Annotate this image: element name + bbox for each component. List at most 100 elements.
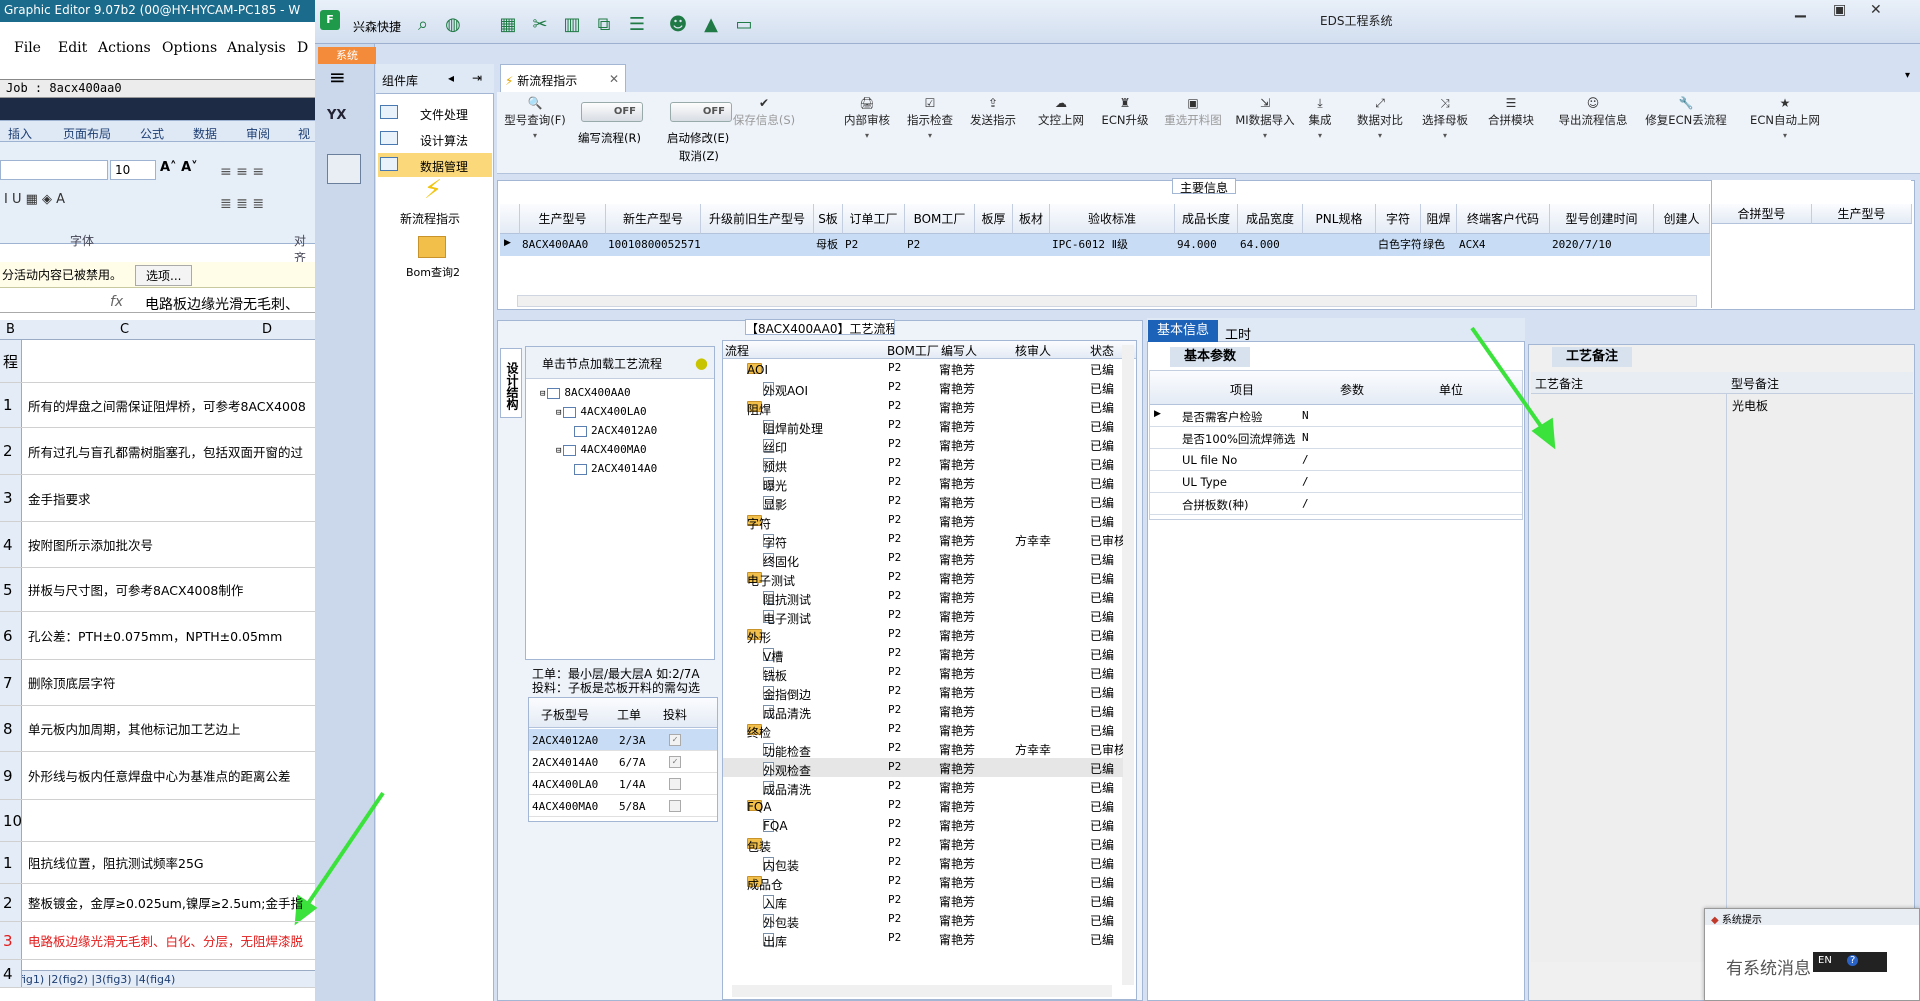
main-cell-2[interactable] <box>703 234 814 256</box>
main-cell-15[interactable]: 2020/7/10 <box>1552 234 1654 256</box>
excel-row[interactable]: 程 <box>0 340 315 383</box>
cell-text[interactable]: 删除顶底层字符 <box>28 660 116 705</box>
col-work-order[interactable]: 工单 <box>617 706 641 723</box>
flow-row[interactable]: 功能检查 P2 甯艳芳 方幸幸 已审核 <box>723 739 1123 759</box>
flow-row[interactable]: FQA P2 甯艳芳 已编 <box>723 796 1123 815</box>
main-cell-10[interactable]: 64.000 <box>1240 234 1303 256</box>
flow-row[interactable]: 外观检查 P2 甯艳芳 已编 <box>723 758 1123 778</box>
pin-icon[interactable]: ⇥ <box>472 71 482 85</box>
component-item-1[interactable]: 设计算法 <box>378 127 492 151</box>
flow-row[interactable]: 预烘 P2 甯艳芳 已编 <box>723 454 1123 474</box>
tree-expander-icon[interactable]: ⊟ <box>540 389 545 399</box>
excel-row[interactable]: 4 按附图所示添加批次号 <box>0 522 315 568</box>
excel-row[interactable]: 1 阻抗线位置，阻抗测试频率25G <box>0 842 315 884</box>
main-col-5[interactable]: BOM工厂 <box>905 204 975 234</box>
param-row[interactable]: UL file No / <box>1150 449 1522 471</box>
flow-row[interactable]: 阻焊 P2 甯艳芳 已编 <box>723 397 1123 417</box>
excel-row[interactable]: 3 金手指要求 <box>0 475 315 522</box>
toolbar-button-13[interactable]: ☺ 导出流程信息 <box>1547 96 1639 128</box>
user-icon[interactable]: ☻ <box>667 14 689 36</box>
toolbar-button-0[interactable]: 🔍 型号查询(F) ▾ <box>500 96 570 140</box>
col-merge-model[interactable]: 合拼型号 <box>1712 204 1812 224</box>
main-col-8[interactable]: 验收标准 <box>1050 204 1175 234</box>
dropdown-arrow-icon[interactable]: ▾ <box>1350 131 1410 140</box>
excel-row[interactable]: 2 所有过孔与盲孔都需树脂塞孔，包括双面开窗的过 <box>0 428 315 475</box>
flow-row[interactable]: 阻抗测试 P2 甯艳芳 已编 <box>723 587 1123 607</box>
main-col-16[interactable]: 创建人 <box>1654 204 1710 234</box>
feed-checkbox[interactable] <box>669 778 681 790</box>
new-flow-item[interactable]: 新流程指示 <box>400 210 460 227</box>
dropdown-arrow-icon[interactable]: ▾ <box>1745 131 1825 140</box>
main-col-4[interactable]: 订单工厂 <box>843 204 905 234</box>
flow-row[interactable]: V槽 P2 甯艳芳 已编 <box>723 644 1123 664</box>
tree-node-4[interactable]: 2ACX4014A0 <box>572 462 657 475</box>
toolbar-button-15[interactable]: ★ ECN自动上网 ▾ <box>1745 96 1825 140</box>
flow-row[interactable]: 阻焊前处理 P2 甯艳芳 已编 <box>723 416 1123 436</box>
main-col-15[interactable]: 型号创建时间 <box>1550 204 1654 234</box>
system-tab[interactable]: 系统 <box>318 47 376 64</box>
flow-row[interactable]: 铣板 P2 甯艳芳 已编 <box>723 663 1123 683</box>
excel-row[interactable]: 2 整板镀金，金厚≥0.025um,镍厚≥2.5um;金手指 <box>0 884 315 922</box>
tab-page-layout[interactable]: 页面布局 <box>63 125 111 142</box>
cell-text[interactable]: 金手指要求 <box>28 475 91 521</box>
flow-row[interactable]: 电子测试 P2 甯艳芳 已编 <box>723 568 1123 588</box>
flow-hscroll[interactable] <box>732 985 1112 997</box>
main-cell-5[interactable]: P2 <box>907 234 975 256</box>
col-param[interactable]: 参数 <box>1340 381 1364 398</box>
grid-icon[interactable]: ▦ <box>497 14 519 36</box>
flow-row[interactable]: 包装 P2 甯艳芳 已编 <box>723 834 1123 854</box>
film-icon[interactable]: ▥ <box>561 14 583 36</box>
toolbar-button-3[interactable]: ☑ 指示检查 ▾ <box>902 96 958 140</box>
doc-tab-new-flow[interactable]: ⚡ 新流程指示 ✕ <box>500 64 626 92</box>
tree-node-2[interactable]: 2ACX4012A0 <box>572 424 657 437</box>
col-item[interactable]: 项目 <box>1230 381 1254 398</box>
main-info-hscroll[interactable] <box>517 295 1697 307</box>
tab-close-icon[interactable]: ✕ <box>609 72 619 86</box>
flow-row[interactable]: 成品仓 P2 甯艳芳 已编 <box>723 872 1123 892</box>
toolbar-button-4[interactable]: ⇪ 发送指示 <box>965 96 1021 128</box>
main-cell-4[interactable]: P2 <box>845 234 905 256</box>
col-production-model[interactable]: 生产型号 <box>1812 204 1912 224</box>
menu-actions[interactable]: Actions <box>98 40 151 56</box>
window-icon[interactable]: ▭ <box>733 14 755 36</box>
process-remarks-tab[interactable]: 工艺备注 <box>1552 347 1632 367</box>
param-row[interactable]: 是否100%回流焊筛选 N <box>1150 427 1522 449</box>
main-cell-9[interactable]: 94.000 <box>1177 234 1238 256</box>
back-icon[interactable]: ◂ <box>448 71 454 85</box>
close-icon[interactable]: ✕ <box>1870 2 1882 18</box>
font-size-box[interactable]: 10 <box>110 160 156 180</box>
dropdown-arrow-icon[interactable]: ▾ <box>902 131 958 140</box>
col-unit[interactable]: 单位 <box>1439 381 1463 398</box>
menu-analysis[interactable]: Analysis <box>227 40 286 56</box>
lightning-icon[interactable]: ⚡ <box>418 175 448 205</box>
tab-review[interactable]: 审阅 <box>246 125 270 142</box>
copy-icon[interactable]: ⧉ <box>593 14 615 36</box>
excel-row[interactable]: 10 <box>0 800 315 842</box>
excel-row[interactable]: 9 外形线与板内任意焊盘中心为基准点的距离公差 <box>0 752 315 800</box>
main-col-9[interactable]: 成品长度 <box>1175 204 1238 234</box>
param-value[interactable]: N <box>1302 409 1309 422</box>
param-row[interactable]: UL Type / <box>1150 471 1522 493</box>
globe-icon[interactable]: ◍ <box>442 14 464 36</box>
cell-text[interactable]: 整板镀金，金厚≥0.025um,镍厚≥2.5um;金手指 <box>28 884 303 921</box>
tree-expander-icon[interactable]: ⊟ <box>556 408 561 418</box>
sub-board-row[interactable]: 2ACX4012A0 2/3A ✓ <box>529 729 717 751</box>
excel-row[interactable]: 1 所有的焊盘之间需保证阻焊桥，可参考8ACX4008 <box>0 383 315 428</box>
main-cell-6[interactable] <box>977 234 1013 256</box>
tab-view[interactable]: 视 <box>298 125 310 142</box>
tab-insert[interactable]: 插入 <box>8 125 32 142</box>
excel-row[interactable]: 5 拼板与尺寸图，可参考8ACX4008制作 <box>0 568 315 612</box>
excel-row[interactable]: 3 电路板边缘光滑无毛刺、白化、分层，无阻焊漆脱 <box>0 922 315 960</box>
flow-row[interactable]: 外形 P2 甯艳芳 已编 <box>723 625 1123 645</box>
component-item-2[interactable]: 数据管理 <box>378 153 492 177</box>
flow-row[interactable]: 内包装 P2 甯艳芳 已编 <box>723 853 1123 873</box>
dropdown-arrow-icon[interactable]: ▾ <box>1417 131 1473 140</box>
dropdown-arrow-icon[interactable]: ▾ <box>839 131 895 140</box>
flow-row[interactable]: 金指倒边 P2 甯艳芳 已编 <box>723 682 1123 702</box>
flow-row[interactable]: 入库 P2 甯艳芳 已编 <box>723 891 1123 911</box>
chart-icon[interactable]: ▲ <box>700 14 722 36</box>
flow-row[interactable]: 成品清洗 P2 甯艳芳 已编 <box>723 777 1123 797</box>
col-status[interactable]: 状态 <box>1090 342 1114 359</box>
main-cell-8[interactable]: IPC-6012 Ⅱ级 <box>1052 234 1175 256</box>
toolbar-button-9[interactable]: ⤓ 集成 ▾ <box>1298 96 1342 140</box>
